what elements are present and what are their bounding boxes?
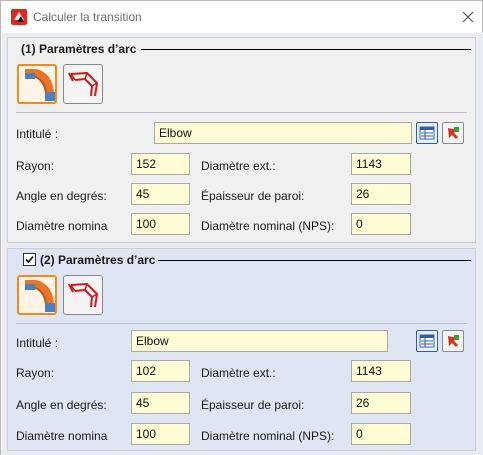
diametre-nps-field[interactable]: 0 (351, 213, 411, 235)
miter-shape-button[interactable] (63, 64, 103, 104)
label-diametre-nps: Diamètre nominal (NPS): (201, 429, 335, 443)
rayon-field[interactable]: 102 (131, 360, 190, 382)
diametre-nomina-field[interactable]: 100 (131, 423, 190, 445)
app-logo-icon (11, 9, 27, 25)
catalog-button[interactable] (416, 330, 438, 352)
angle-field[interactable]: 45 (131, 392, 190, 414)
rayon-field[interactable]: 152 (131, 153, 190, 175)
elbow-pipe-icon (24, 69, 55, 101)
intitule-field[interactable]: Elbow (154, 122, 412, 144)
catalog-button[interactable] (416, 122, 438, 144)
enable-checkbox[interactable] (23, 253, 36, 266)
pick-from-model-button[interactable] (442, 122, 464, 144)
label-diametre-ext: Diamètre ext.: (201, 366, 276, 380)
group-title: (2) Paramètres d’arc (40, 253, 156, 267)
intitule-field[interactable]: Elbow (131, 330, 388, 352)
elbow-shape-button[interactable] (17, 64, 57, 104)
label-diametre-ext: Diamètre ext.: (201, 159, 276, 173)
diametre-nomina-field[interactable]: 100 (131, 213, 190, 235)
checkmark-icon (25, 255, 34, 264)
pick-arrow-icon (448, 335, 459, 347)
label-epaisseur: Épaisseur de paroi: (201, 189, 305, 203)
label-angle: Angle en degrés: (16, 398, 107, 412)
diametre-ext-field[interactable]: 1143 (351, 360, 411, 382)
group-header: (2) Paramètres d’arc (8, 249, 475, 271)
window-title: Calculer la transition (33, 10, 142, 24)
label-rayon: Rayon: (16, 366, 55, 380)
arc-parameters-group-1: (1) Paramètres d’arc Intitulé: Elbow Ra… (7, 37, 476, 243)
label-intitule: Intitulé : (16, 127, 59, 141)
label-intitule: Intitulé : (16, 336, 59, 350)
angle-field[interactable]: 45 (131, 183, 190, 205)
miter-bend-icon (68, 282, 99, 308)
epaisseur-field[interactable]: 26 (351, 183, 411, 205)
dialog-window: Calculer la transition (1) Paramètres d’… (0, 0, 483, 455)
title-bar[interactable]: Calculer la transition (1, 1, 482, 32)
group-title: (1) Paramètres d’arc (21, 42, 137, 56)
label-diametre-nps: Diamètre nominal (NPS): (201, 219, 335, 233)
separator (16, 323, 467, 324)
group-divider (158, 260, 471, 261)
group-header: (1) Paramètres d’arc (8, 38, 475, 60)
pick-from-model-button[interactable] (442, 330, 464, 352)
group-divider (141, 49, 471, 50)
label-epaisseur: Épaisseur de paroi: (201, 398, 305, 412)
diametre-ext-field[interactable]: 1143 (351, 153, 411, 175)
elbow-shape-button[interactable] (17, 275, 57, 315)
label-diametre-nomina: Diamètre nomina (16, 219, 108, 233)
label-diametre-nomina: Diamètre nomina (16, 429, 108, 443)
arc-parameters-group-2: (2) Paramètres d’arc Intitulé: Elbow Ra… (7, 248, 476, 451)
elbow-pipe-icon (24, 280, 55, 312)
miter-shape-button[interactable] (63, 275, 103, 315)
table-grid-icon (419, 334, 435, 348)
separator (16, 112, 467, 113)
dialog-content: (1) Paramètres d’arc Intitulé: Elbow Ra… (2, 33, 483, 455)
epaisseur-field[interactable]: 26 (351, 392, 411, 414)
close-icon[interactable] (459, 8, 477, 26)
label-rayon: Rayon: (16, 159, 55, 173)
miter-bend-icon (68, 71, 99, 97)
pick-arrow-icon (448, 127, 459, 139)
label-angle: Angle en degrés: (16, 189, 107, 203)
diametre-nps-field[interactable]: 0 (351, 423, 411, 445)
table-grid-icon (419, 126, 435, 140)
